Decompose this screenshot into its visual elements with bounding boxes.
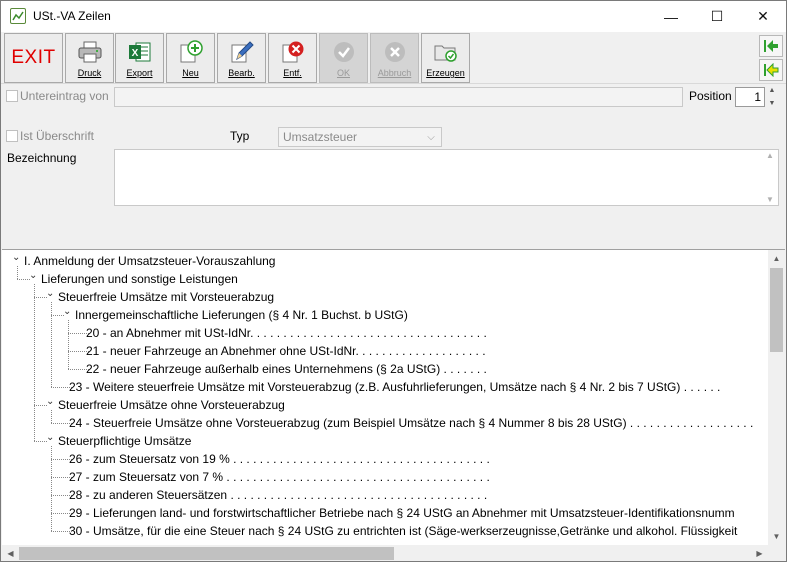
tree-item[interactable]: Steuerfreie Umsätze ohne Vorsteuerabzug [58, 396, 285, 414]
toolbar: EXIT Druck X Export Neu Bearb. Entf. OK … [1, 32, 786, 84]
tree-item[interactable]: 30 - Umsätze, für die eine Steuer nach §… [69, 522, 737, 540]
title-bar: USt.-VA Zeilen — ☐ ✕ [1, 1, 786, 32]
untereintrag-field[interactable] [114, 87, 683, 107]
tree-connector [51, 302, 52, 387]
tree-connector [34, 284, 35, 441]
cancel-icon [381, 38, 409, 66]
tree-item[interactable]: Steuerfreie Umsätze mit Vorsteuerabzug [58, 288, 274, 306]
textarea-scrollbar[interactable]: ▲ ▼ [763, 151, 777, 204]
scroll-corner [768, 545, 785, 561]
spin-up-icon[interactable]: ▲ [769, 87, 776, 94]
export-button[interactable]: X Export [115, 33, 164, 83]
scroll-thumb[interactable] [19, 547, 394, 560]
printer-icon [76, 38, 104, 66]
scroll-left-icon[interactable]: ◀ [2, 545, 19, 561]
expand-chevron-icon[interactable]: ⌄ [12, 250, 22, 267]
delete-icon [279, 38, 307, 66]
tree-item[interactable]: 28 - zu anderen Steuersätzen . . . . . .… [69, 486, 487, 504]
expand-chevron-icon[interactable]: ⌄ [63, 303, 73, 321]
ok-button[interactable]: OK [319, 33, 368, 83]
add-icon [177, 38, 205, 66]
scroll-thumb[interactable] [770, 268, 783, 352]
untereintrag-checkbox[interactable] [6, 90, 18, 102]
druck-label: Druck [77, 68, 102, 78]
ist-ueberschrift-checkbox[interactable] [6, 130, 18, 142]
svg-text:X: X [131, 48, 138, 59]
minimize-button[interactable]: — [648, 1, 694, 32]
tree-item[interactable]: 27 - zum Steuersatz von 7 % . . . . . . … [69, 468, 490, 486]
tree-item[interactable]: Steuerpflichtige Umsätze [58, 432, 191, 450]
druck-button[interactable]: Druck [65, 33, 114, 83]
abbruch-label: Abbruch [377, 68, 412, 78]
exit-button[interactable]: EXIT [4, 33, 63, 83]
position-input[interactable]: 1 [735, 87, 765, 107]
entf-label: Entf. [283, 68, 302, 78]
tree-item[interactable]: I. Anmeldung der Umsatzsteuer-Vorauszahl… [24, 252, 275, 270]
bearb-label: Bearb. [228, 68, 255, 78]
erzeugen-label: Erzeugen [426, 68, 465, 78]
abbruch-button[interactable]: Abbruch [370, 33, 419, 83]
typ-select[interactable]: Umsatzsteuer ⌵ [278, 127, 442, 147]
position-spinner[interactable]: ▲ ▼ [766, 87, 778, 107]
tree-item[interactable]: 23 - Weitere steuerfreie Umsätze mit Vor… [69, 378, 720, 396]
export-label: Export [126, 68, 153, 78]
arrow-left-icon [764, 63, 779, 77]
tree-item[interactable]: 21 - neuer Fahrzeuge an Abnehmer ohne US… [86, 342, 486, 360]
tree-item[interactable]: Lieferungen und sonstige Leistungen [41, 270, 238, 288]
maximize-icon: ☐ [710, 8, 724, 24]
tree-item[interactable]: 26 - zum Steuersatz von 19 % . . . . . .… [69, 450, 490, 468]
expand-chevron-icon[interactable]: ⌄ [29, 267, 39, 285]
expand-chevron-icon[interactable]: ⌄ [46, 429, 56, 447]
neu-label: Neu [182, 68, 199, 78]
tree-item[interactable]: 20 - an Abnehmer mit USt-IdNr. . . . . .… [86, 324, 487, 342]
bezeichnung-textarea[interactable]: ▲ ▼ [114, 149, 779, 206]
tree-item[interactable]: 29 - Lieferungen land- und forstwirtscha… [69, 504, 735, 522]
edit-pencil-icon [228, 38, 256, 66]
ist-ueberschrift-label: Ist Überschrift [20, 129, 95, 143]
expand-chevron-icon[interactable]: ⌄ [46, 285, 56, 303]
tree-item[interactable]: 22 - neuer Fahrzeuge außerhalb eines Unt… [86, 360, 487, 378]
tree-connector [51, 410, 52, 423]
scroll-down-icon[interactable]: ▼ [768, 528, 785, 545]
untereintrag-label: Untereintrag von [20, 89, 109, 103]
form-area: Untereintrag von Position 1 ▲ ▼ Ist Übers… [1, 85, 786, 245]
tree-connector [17, 266, 18, 279]
arrow-left-bar-icon [764, 40, 778, 52]
entf-button[interactable]: Entf. [268, 33, 317, 83]
scroll-up-icon[interactable]: ▲ [768, 250, 785, 267]
typ-value: Umsatzsteuer [283, 130, 358, 144]
bezeichnung-label: Bezeichnung [7, 151, 77, 165]
tree-connector [68, 320, 69, 369]
close-window-button[interactable]: ✕ [740, 1, 786, 32]
tree-horizontal-scrollbar[interactable]: ◀ ▶ [2, 545, 768, 561]
tree-item[interactable]: Innergemeinschaftliche Lieferungen (§ 4 … [75, 306, 408, 324]
excel-icon: X [126, 38, 154, 66]
close-icon: ✕ [757, 8, 769, 24]
nav-first-button[interactable] [759, 35, 783, 57]
folder-gear-icon [432, 38, 460, 66]
scroll-up-icon: ▲ [766, 151, 774, 160]
erzeugen-button[interactable]: Erzeugen [421, 33, 470, 83]
tree-view[interactable]: ⌄ I. Anmeldung der Umsatzsteuer-Vorauszah… [2, 249, 785, 561]
tree-vertical-scrollbar[interactable]: ▲ ▼ [768, 250, 785, 545]
nav-prev-button[interactable] [759, 59, 783, 81]
tree-item[interactable]: 24 - Steuerfreie Umsätze ohne Vorsteuera… [69, 414, 753, 432]
ok-label: OK [336, 68, 350, 78]
app-window: USt.-VA Zeilen — ☐ ✕ EXIT Druck X Export… [0, 0, 787, 562]
check-icon [330, 38, 358, 66]
tree-connector [51, 446, 52, 531]
scroll-right-icon[interactable]: ▶ [751, 545, 768, 561]
minimize-icon: — [664, 8, 678, 25]
position-label: Position [689, 89, 732, 103]
neu-button[interactable]: Neu [166, 33, 215, 83]
bearb-button[interactable]: Bearb. [217, 33, 266, 83]
maximize-button[interactable]: ☐ [694, 1, 740, 32]
spin-down-icon[interactable]: ▼ [769, 100, 776, 107]
scroll-down-icon: ▼ [766, 195, 774, 204]
app-icon [10, 8, 26, 24]
window-title: USt.-VA Zeilen [33, 9, 111, 23]
expand-chevron-icon[interactable]: ⌄ [46, 393, 56, 411]
typ-label: Typ [230, 129, 250, 143]
chevron-down-icon: ⌵ [427, 131, 435, 143]
